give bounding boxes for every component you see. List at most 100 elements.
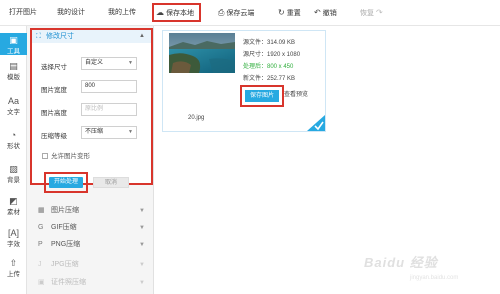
compress-dropdown[interactable]: 不压缩 ▼ bbox=[81, 126, 137, 139]
section-label: 图片压缩 bbox=[51, 207, 79, 214]
cancel-button[interactable]: 取消 bbox=[93, 177, 129, 188]
gif-icon: G bbox=[38, 224, 44, 231]
original-file-size: 源文件：314.09 KB bbox=[243, 40, 296, 46]
section-gif-compress[interactable]: G GIF压缩 ▼ bbox=[30, 220, 151, 236]
select-size-dropdown[interactable]: 自定义 ▼ bbox=[81, 57, 137, 70]
rail-label-materials: 素材 bbox=[7, 209, 20, 216]
resize-section-header[interactable]: ⛶ 修改尺寸 ▲ bbox=[32, 30, 151, 43]
compress-label: 压缩等级 bbox=[41, 133, 67, 140]
watermark-logo: Baidu 经验 bbox=[364, 255, 438, 270]
undo-label: 撤销 bbox=[322, 10, 337, 17]
materials-icon: ◩ bbox=[9, 196, 18, 206]
selected-check-icon bbox=[307, 115, 325, 131]
section-id-photo-compress[interactable]: ▣ 证件照压缩 ▼ bbox=[30, 275, 151, 291]
processed-dimensions: 处理后：800 x 450 bbox=[243, 64, 294, 70]
save-image-highlight-box: 保存图片 bbox=[240, 85, 284, 107]
redo-button[interactable]: 恢复 ↷ bbox=[360, 7, 385, 19]
rail-item-effects[interactable]: [A] 字效 bbox=[0, 228, 27, 248]
rail-label-templates: 模版 bbox=[7, 74, 20, 81]
width-label: 图片宽度 bbox=[41, 87, 67, 94]
redo-label: 恢复 bbox=[360, 10, 374, 17]
background-icon: ▨ bbox=[9, 164, 18, 174]
rail-item-templates[interactable]: ▤ 模版 bbox=[0, 61, 27, 81]
rail-item-text[interactable]: Aa 文字 bbox=[0, 96, 27, 116]
rail-item-shapes[interactable]: ◔ 形状 bbox=[0, 130, 27, 150]
save-local-highlight-box bbox=[152, 3, 201, 22]
open-image-button[interactable]: 打开图片 bbox=[9, 7, 37, 19]
reset-icon: ↻ bbox=[278, 8, 285, 17]
resize-icon: ⛶ bbox=[36, 33, 41, 40]
save-cloud-button[interactable]: ⎙ 保存云端 bbox=[218, 7, 254, 19]
allow-deform-checkbox[interactable] bbox=[42, 153, 48, 160]
height-label: 图片高度 bbox=[41, 110, 67, 117]
section-label: 证件照压缩 bbox=[51, 279, 86, 286]
new-file-size: 新文件：252.77 KB bbox=[243, 76, 296, 82]
section-jpg-compress[interactable]: J JPG压缩 ▼ bbox=[30, 257, 151, 273]
select-size-value: 自定义 bbox=[85, 60, 104, 66]
dropdown-arrow-icon: ▼ bbox=[128, 129, 133, 135]
reset-label: 重置 bbox=[286, 10, 301, 17]
start-process-button[interactable]: 开始处理 bbox=[49, 177, 83, 188]
allow-deform-option[interactable]: 允许图片变形 bbox=[42, 150, 90, 160]
shapes-icon: ◔ bbox=[10, 130, 17, 140]
compress-value: 不压缩 bbox=[85, 129, 104, 135]
rail-item-materials[interactable]: ◩ 素材 bbox=[0, 196, 27, 216]
reset-button[interactable]: ↻ 重置 bbox=[278, 7, 301, 19]
rail-item-upload[interactable]: ⇧ 上传 bbox=[0, 258, 27, 278]
template-icon: ▤ bbox=[9, 61, 18, 71]
left-tool-rail: ▣ 工具 ▤ 模版 Aa 文字 ◔ 形状 ▨ 背景 ◩ 素材 [A] 字效 ⇧ … bbox=[0, 26, 27, 294]
save-image-button[interactable]: 保存图片 bbox=[245, 90, 279, 102]
text-effect-icon: [A] bbox=[7, 228, 19, 238]
png-icon: P bbox=[38, 241, 43, 248]
chevron-down-icon: ▼ bbox=[139, 280, 145, 286]
rail-label-text: 文字 bbox=[7, 109, 20, 116]
compress-icon: ▦ bbox=[38, 207, 45, 214]
width-input[interactable]: 800 bbox=[81, 80, 137, 93]
redo-icon: ↷ bbox=[376, 8, 383, 17]
view-preview-link[interactable]: 查看预览 bbox=[284, 89, 308, 98]
image-filename: 20.jpg bbox=[188, 115, 205, 121]
watermark-url: jingyan.baidu.com bbox=[410, 275, 459, 281]
rail-label-background: 背景 bbox=[7, 177, 20, 184]
image-card[interactable]: 源文件：314.09 KB 源尺寸：1920 x 1080 处理后：800 x … bbox=[162, 30, 326, 132]
original-dimensions: 源尺寸：1920 x 1080 bbox=[243, 52, 301, 58]
rail-label-tools: 工具 bbox=[7, 48, 20, 55]
chevron-down-icon: ▼ bbox=[139, 262, 145, 268]
section-label: PNG压缩 bbox=[51, 241, 81, 248]
upload-icon: ⇧ bbox=[9, 258, 18, 268]
allow-deform-label: 允许图片变形 bbox=[51, 153, 90, 160]
section-image-compress[interactable]: ▦ 图片压缩 ▼ bbox=[30, 203, 151, 219]
section-label: GIF压缩 bbox=[51, 224, 77, 231]
dropdown-arrow-icon: ▼ bbox=[128, 60, 133, 66]
rail-label-upload: 上传 bbox=[7, 271, 20, 278]
top-toolbar: 打开图片 我的设计 我的上传 ☁ 保存本地 ⎙ 保存云端 ↻ 重置 ↶ 撤销 恢复 ↷ bbox=[0, 0, 500, 26]
undo-button[interactable]: ↶ 撤销 bbox=[314, 7, 337, 19]
select-size-label: 选择尺寸 bbox=[41, 64, 67, 71]
rail-item-background[interactable]: ▨ 背景 bbox=[0, 164, 27, 184]
section-label: JPG压缩 bbox=[51, 261, 79, 268]
cloud-save-icon: ⎙ bbox=[218, 8, 225, 17]
chevron-down-icon: ▼ bbox=[139, 242, 145, 248]
resize-section-title: 修改尺寸 bbox=[46, 33, 74, 40]
undo-icon: ↶ bbox=[314, 8, 321, 17]
tools-panel: ⛶ 修改尺寸 ▲ 选择尺寸 自定义 ▼ 图片宽度 800 图片高度 原比例 压缩… bbox=[27, 26, 154, 294]
rail-label-shapes: 形状 bbox=[7, 143, 20, 150]
workspace: 源文件：314.09 KB 源尺寸：1920 x 1080 处理后：800 x … bbox=[154, 26, 500, 294]
jpg-icon: J bbox=[38, 261, 42, 268]
my-designs-button[interactable]: 我的设计 bbox=[57, 7, 85, 19]
chevron-down-icon: ▼ bbox=[139, 208, 145, 214]
section-png-compress[interactable]: P PNG压缩 ▼ bbox=[30, 237, 151, 253]
rail-label-effects: 字效 bbox=[7, 241, 20, 248]
chevron-down-icon: ▼ bbox=[139, 225, 145, 231]
height-input[interactable]: 原比例 bbox=[81, 103, 137, 116]
start-highlight-box: 开始处理 bbox=[44, 172, 88, 193]
chevron-up-icon: ▲ bbox=[139, 33, 145, 39]
save-cloud-label: 保存云端 bbox=[226, 10, 255, 17]
resize-section: ⛶ 修改尺寸 ▲ 选择尺寸 自定义 ▼ 图片宽度 800 图片高度 原比例 压缩… bbox=[30, 28, 153, 185]
rail-item-tools[interactable]: ▣ 工具 bbox=[0, 33, 27, 55]
id-photo-icon: ▣ bbox=[38, 279, 45, 286]
my-uploads-button[interactable]: 我的上传 bbox=[108, 7, 136, 19]
text-icon: Aa bbox=[7, 96, 19, 106]
image-thumbnail[interactable] bbox=[169, 33, 235, 73]
toolbox-icon: ▣ bbox=[9, 35, 18, 45]
